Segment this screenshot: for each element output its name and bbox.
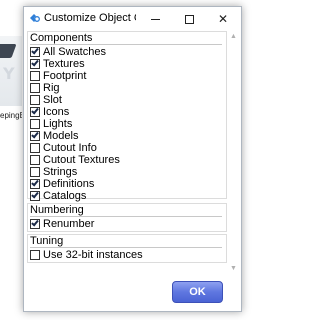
checkbox-row[interactable]: Use 32-bit instances <box>28 249 226 261</box>
checkbox-row[interactable]: Slot <box>28 94 226 106</box>
checkbox-label: Catalogs <box>43 190 87 202</box>
checkbox-label: Models <box>43 130 79 142</box>
checkbox[interactable] <box>30 119 40 129</box>
tuning-header: Tuning <box>30 235 64 247</box>
checkbox[interactable] <box>30 218 40 229</box>
checkbox[interactable] <box>30 130 40 141</box>
checkbox-row[interactable]: Icons <box>28 106 226 118</box>
checkmark-icon <box>31 178 39 187</box>
checkbox-row[interactable]: Lights <box>28 118 226 130</box>
checkmark-icon <box>31 218 39 227</box>
checkbox-label: Use 32-bit instances <box>43 249 143 261</box>
scroll-up-arrow-icon[interactable]: ▲ <box>230 33 237 40</box>
checkbox-label: Lights <box>43 118 73 130</box>
checkbox[interactable] <box>30 143 40 153</box>
checkbox-row[interactable]: Catalogs <box>28 190 226 202</box>
checkbox-row[interactable]: Models <box>28 130 226 142</box>
ok-button[interactable]: OK <box>172 281 223 303</box>
background-thumbnail: Y <box>0 36 22 106</box>
checkbox-label: All Swatches <box>43 46 106 58</box>
components-divider <box>30 44 222 45</box>
background-caption: epingB <box>0 111 22 120</box>
checkbox[interactable] <box>30 83 40 93</box>
checkbox[interactable] <box>30 95 40 105</box>
checkbox-row[interactable]: Cutout Info <box>28 142 226 154</box>
checkbox[interactable] <box>30 71 40 81</box>
checkbox-row[interactable]: All Swatches <box>28 46 226 58</box>
components-group: Components All Swatches Textures Footprint… <box>27 31 227 202</box>
tuning-group: Tuning Use 32-bit instances <box>27 234 227 263</box>
numbering-group: Numbering Renumber <box>27 203 227 232</box>
checkmark-icon <box>31 58 39 67</box>
checkbox-label: Footprint <box>43 70 87 82</box>
puzzle-gear-icon <box>30 14 40 22</box>
checkmark-icon <box>31 46 39 55</box>
checkbox-label: Textures <box>43 58 85 70</box>
checkbox[interactable] <box>30 58 40 69</box>
minimize-button[interactable] <box>138 7 172 31</box>
checkbox[interactable] <box>30 167 40 177</box>
checkbox-row[interactable]: Footprint <box>28 70 226 82</box>
checkbox[interactable] <box>30 190 40 201</box>
vertical-scrollbar[interactable]: ▲ ▼ <box>229 31 238 274</box>
checkbox-row[interactable]: Renumber <box>28 218 226 230</box>
checkbox-label: Definitions <box>43 178 95 190</box>
maximize-button[interactable] <box>172 7 206 31</box>
checkmark-icon <box>31 190 39 199</box>
checkmark-icon <box>31 130 39 139</box>
numbering-header: Numbering <box>30 204 84 216</box>
checkbox-label: Icons <box>43 106 70 118</box>
background-app: Y epingB <box>0 0 22 320</box>
options-panel: Components All Swatches Textures Footprint… <box>27 31 238 274</box>
scroll-down-arrow-icon[interactable]: ▼ <box>230 265 237 272</box>
maximize-icon <box>184 14 194 24</box>
checkbox-label: Rig <box>43 82 60 94</box>
checkbox-label: Renumber <box>43 218 95 230</box>
components-header: Components <box>30 32 93 44</box>
background-logo-fragment: Y <box>3 64 15 83</box>
tuning-divider <box>30 247 222 248</box>
checkbox-label: Strings <box>43 166 78 178</box>
checkbox-label: Slot <box>43 94 62 106</box>
background-shape <box>0 44 17 58</box>
numbering-divider <box>30 216 222 217</box>
checkbox-row[interactable]: Cutout Textures <box>28 154 226 166</box>
checkbox[interactable] <box>30 46 40 57</box>
checkbox-row[interactable]: Textures <box>28 58 226 70</box>
close-button[interactable]: ✕ <box>206 7 240 31</box>
checkbox[interactable] <box>30 155 40 165</box>
checkbox-row[interactable]: Rig <box>28 82 226 94</box>
title-bar[interactable]: Customize Object Cl... ✕ <box>24 7 241 31</box>
checkbox[interactable] <box>30 106 40 117</box>
checkbox-label: Cutout Info <box>43 142 97 154</box>
checkbox-label: Cutout Textures <box>43 154 120 166</box>
dialog-title: Customize Object Cl... <box>44 12 136 24</box>
customize-dialog: Customize Object Cl... ✕ Components All … <box>23 6 242 312</box>
checkbox[interactable] <box>30 250 40 260</box>
minimize-icon <box>150 18 160 20</box>
checkbox-row[interactable]: Strings <box>28 166 226 178</box>
checkbox-row[interactable]: Definitions <box>28 178 226 190</box>
close-icon: ✕ <box>217 12 229 26</box>
checkmark-icon <box>31 106 39 115</box>
checkbox[interactable] <box>30 178 40 189</box>
